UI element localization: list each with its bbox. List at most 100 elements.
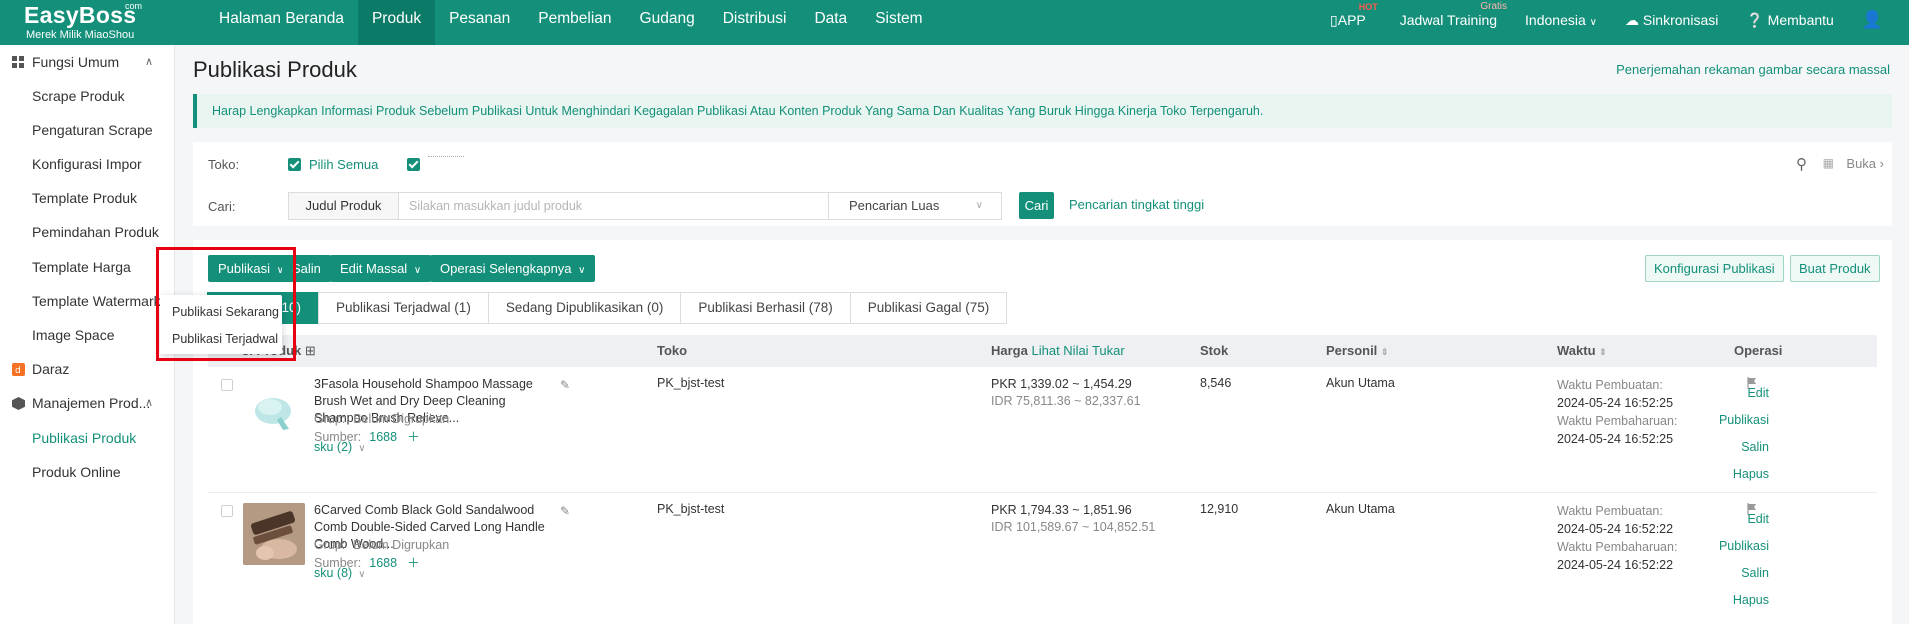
product-list-panel: Publikasi ∨ Salin Edit Massal ∨ Operasi … [193, 240, 1892, 624]
edit-link[interactable]: Edit [1689, 380, 1769, 407]
nav-item-distribusi[interactable]: Distribusi [709, 0, 801, 45]
advanced-search-link[interactable]: Pencarian tingkat tinggi [1069, 197, 1204, 212]
search-icon[interactable]: ⚲ [1796, 155, 1807, 173]
sidebar-item-template-watermark[interactable]: Template Watermark [32, 291, 161, 311]
select-all-checkbox[interactable] [288, 158, 301, 171]
table-header: si Produk ⊞ Toko Harga Lihat Nilai Tukar… [208, 335, 1877, 367]
price-idr: IDR 101,589.67 ~ 104,852.51 [991, 520, 1156, 534]
sku-toggle[interactable]: sku (2) ∨ [314, 440, 366, 454]
product-group: Grup: Belum Digrupkan [314, 412, 449, 426]
plus-icon[interactable]: ＋ [407, 430, 420, 444]
price-pkr: PKR 1,794.33 ~ 1,851.96 [991, 503, 1132, 517]
price-pkr: PKR 1,339.02 ~ 1,454.29 [991, 377, 1132, 391]
header-personnel[interactable]: Personil ⇕ [1326, 335, 1388, 368]
sidebar-group-manajemen-produk[interactable]: Manajemen Prod... ∧ [0, 388, 175, 418]
language-select[interactable]: Indonesia ∨ [1525, 0, 1597, 43]
chevron-down-icon: ∨ [1589, 17, 1597, 28]
help-button[interactable]: ❔ Membantu [1746, 0, 1833, 40]
plus-icon[interactable]: ＋ [407, 556, 420, 570]
nav-item-gudang[interactable]: Gudang [626, 0, 709, 45]
updated-label: Waktu Pembaharuan: [1557, 414, 1678, 428]
source-value[interactable]: 1688 [369, 430, 397, 444]
sidebar-item-scrape-produk[interactable]: Scrape Produk [32, 86, 125, 106]
search-label: Cari: [208, 199, 236, 214]
help-icon: ❔ [1746, 12, 1764, 28]
row-checkbox[interactable] [221, 505, 233, 517]
bulk-image-translate-link[interactable]: Penerjemahan rekaman gambar secara massa… [1616, 62, 1890, 77]
search-field-select[interactable]: Judul Produk [289, 193, 399, 219]
header-personnel-label: Personil [1326, 343, 1378, 358]
search-group: Judul Produk Pencarian Luas ∨ [288, 192, 1002, 220]
group-label: Grup: [314, 538, 346, 552]
highlight-annotation-box [156, 247, 296, 361]
publish-link[interactable]: Publikasi [1689, 533, 1769, 560]
sku-toggle[interactable]: sku (8) ∨ [314, 566, 366, 580]
publish-link[interactable]: Publikasi [1689, 407, 1769, 434]
expand-label: Buka [1846, 156, 1877, 171]
create-product-button[interactable]: Buat Produk [1790, 255, 1880, 282]
user-avatar-icon[interactable]: 👤 [1862, 0, 1883, 40]
nav-item-pembelian[interactable]: Pembelian [524, 0, 625, 45]
sidebar-item-konfigurasi-impor[interactable]: Konfigurasi Impor [32, 154, 142, 174]
exchange-rate-link[interactable]: Lihat Nilai Tukar [1031, 343, 1124, 358]
sort-icon[interactable]: ⇕ [1381, 347, 1389, 357]
header-stock: Stok [1200, 343, 1229, 358]
product-thumbnail[interactable] [243, 377, 305, 439]
sync-button[interactable]: ☁ Sinkronisasi [1625, 0, 1718, 40]
sidebar-item-image-space[interactable]: Image Space [32, 325, 115, 345]
sidebar-item-template-produk[interactable]: Template Produk [32, 188, 137, 208]
flag-icon[interactable] [1747, 503, 1757, 515]
search-button[interactable]: Cari [1019, 192, 1054, 219]
expand-toggle[interactable]: Buka › [1846, 156, 1884, 171]
nav-item-produk[interactable]: Produk [357, 0, 436, 45]
delete-link[interactable]: Hapus [1689, 587, 1769, 614]
sidebar-group-daraz[interactable]: d Daraz [0, 354, 175, 384]
delete-link[interactable]: Hapus [1689, 461, 1769, 488]
expand-square-icon[interactable]: ⊞ [305, 343, 316, 358]
sidebar-item-publikasi-produk[interactable]: Publikasi Produk [32, 428, 136, 448]
store-cell: PK_bjst-test [657, 376, 725, 390]
edit-pencil-icon[interactable]: ✎ [560, 378, 570, 392]
app-download-button[interactable]: ▯APP HOT [1330, 0, 1378, 40]
edit-pencil-icon[interactable]: ✎ [560, 504, 570, 518]
group-value: Belum Digrupkan [353, 538, 450, 552]
product-thumbnail[interactable] [243, 503, 305, 565]
help-label: Membantu [1767, 12, 1834, 28]
search-mode-select[interactable]: Pencarian Luas ∨ [829, 193, 1001, 219]
copy-link[interactable]: Salin [1689, 560, 1769, 587]
edit-link[interactable]: Edit [1689, 506, 1769, 533]
tab-failed[interactable]: Publikasi Gagal (75) [849, 292, 1008, 324]
sidebar-item-pengaturan-scrape[interactable]: Pengaturan Scrape [32, 120, 153, 140]
product-group: Grup: Belum Digrupkan [314, 538, 449, 552]
sidebar-item-pemindahan-produk[interactable]: Pemindahan Produk [32, 222, 159, 242]
page-title: Publikasi Produk [193, 57, 357, 82]
sort-icon[interactable]: ⇕ [1599, 347, 1607, 357]
header-price-label: Harga [991, 343, 1028, 358]
header-time[interactable]: Waktu ⇕ [1557, 335, 1607, 368]
tab-published[interactable]: Publikasi Berhasil (78) [680, 292, 851, 324]
sidebar-item-template-harga[interactable]: Template Harga [32, 257, 131, 277]
publish-config-button[interactable]: Konfigurasi Publikasi [1645, 255, 1784, 282]
source-value[interactable]: 1688 [369, 556, 397, 570]
tab-scheduled[interactable]: Publikasi Terjadwal (1) [318, 292, 489, 324]
sidebar-group-fungsi-umum[interactable]: Fungsi Umum ∧ [0, 47, 175, 77]
nav-item-pesanan[interactable]: Pesanan [435, 0, 524, 45]
bulk-edit-button[interactable]: Edit Massal ∨ [330, 255, 432, 282]
more-operations-button[interactable]: Operasi Selengkapnya ∨ [430, 255, 596, 282]
flag-icon[interactable] [1747, 377, 1757, 389]
price-cell: PKR 1,339.02 ~ 1,454.29 IDR 75,811.36 ~ … [991, 376, 1141, 410]
layout-icon[interactable]: ▦ [1823, 156, 1834, 170]
row-checkbox[interactable] [221, 379, 233, 391]
select-all-label[interactable]: Pilih Semua [309, 157, 378, 172]
time-cell: Waktu Pembuatan: 2024-05-24 16:52:25 Wak… [1557, 376, 1677, 448]
sidebar-item-produk-online[interactable]: Produk Online [32, 462, 121, 482]
nav-item-beranda[interactable]: Halaman Beranda [205, 0, 358, 45]
tab-publishing[interactable]: Sedang Dipublikasikan (0) [487, 292, 682, 324]
training-link[interactable]: Jadwal Training Gratis [1400, 0, 1507, 40]
nav-item-data[interactable]: Data [800, 0, 861, 45]
nav-item-sistem[interactable]: Sistem [861, 0, 936, 45]
search-input[interactable] [399, 193, 829, 219]
store-checkbox[interactable] [407, 158, 420, 171]
copy-link[interactable]: Salin [1689, 434, 1769, 461]
logo[interactable]: EasyBoss com Merek Milik MiaoShou [24, 1, 154, 42]
